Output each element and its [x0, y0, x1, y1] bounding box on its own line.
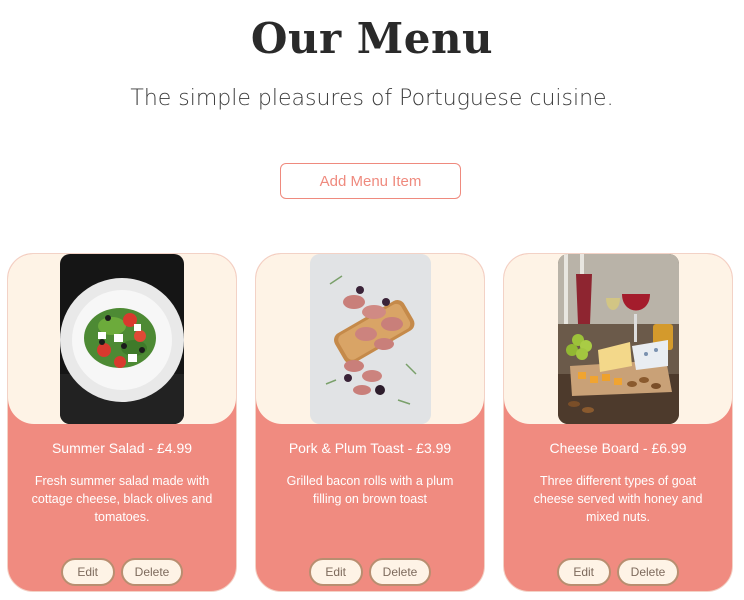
edit-button[interactable]: Edit	[556, 558, 611, 586]
add-menu-item-button[interactable]: Add Menu Item	[280, 163, 461, 199]
menu-item-title: Pork & Plum Toast - £3.99	[288, 440, 452, 456]
page-subtitle: The simple pleasures of Portuguese cuisi…	[130, 86, 614, 111]
menu-card: Pork & Plum Toast - £3.99 Grilled bacon …	[255, 253, 485, 592]
menu-item-title: Cheese Board - £6.99	[549, 440, 687, 456]
menu-card: Cheese Board - £6.99 Three different typ…	[503, 253, 733, 592]
delete-button[interactable]: Delete	[616, 558, 680, 586]
salad-photo	[60, 254, 184, 424]
toast-photo	[310, 254, 431, 424]
cheese-board-photo	[558, 254, 679, 424]
menu-item-description: Grilled bacon rolls with a plum filling …	[286, 474, 454, 506]
delete-button[interactable]: Delete	[120, 558, 184, 586]
menu-card: Summer Salad - £4.99 Fresh summer salad …	[7, 253, 237, 592]
page-title: Our Menu	[250, 14, 494, 63]
edit-button[interactable]: Edit	[308, 558, 363, 586]
menu-item-description: Three different types of goat cheese ser…	[533, 474, 703, 524]
delete-button[interactable]: Delete	[368, 558, 432, 586]
menu-item-title: Summer Salad - £4.99	[51, 440, 193, 456]
menu-item-description: Fresh summer salad made with cottage che…	[31, 474, 213, 524]
edit-button[interactable]: Edit	[60, 558, 115, 586]
